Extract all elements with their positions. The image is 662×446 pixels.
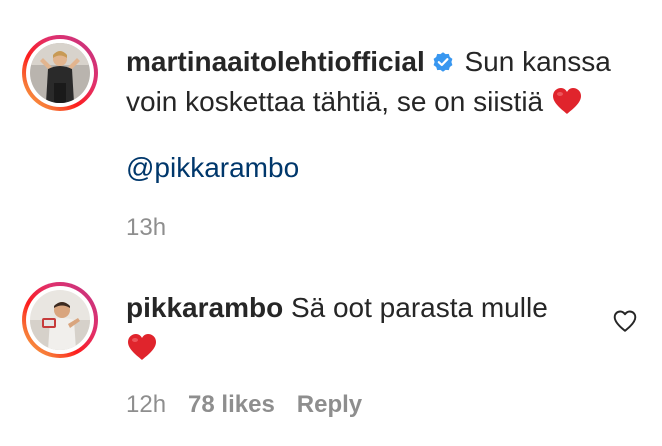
heart-outline-icon[interactable] [612,308,638,334]
comment-username[interactable]: pikkarambo [126,292,283,323]
red-heart-emoji [552,88,581,114]
reply-button[interactable]: Reply [297,391,362,418]
comment-text-line2: voin koskettaa tähtiä, se on siistiä [126,86,544,117]
comment-text-line1: Sun kanssa [464,46,611,77]
verified-badge-icon [433,52,453,72]
avatar-pikkarambo[interactable] [22,282,98,358]
likes-count[interactable]: 78 likes [188,391,275,418]
comment-body: pikkarambo Sä oot parasta mulle [126,288,606,368]
comment-meta: 12h 78 likes Reply [126,390,384,420]
mention-link[interactable]: @pikkarambo [126,148,299,188]
avatar-photo [30,290,90,350]
avatar-image [30,290,90,350]
comment-username[interactable]: martinaaitolehtiofficial [126,46,425,77]
comment-timestamp[interactable]: 13h [126,214,166,241]
comment-timestamp[interactable]: 12h [126,391,166,418]
comment-body: martinaaitolehtiofficial Sun kanssa voin… [126,42,646,122]
avatar-image [30,43,90,103]
avatar-photo [30,43,90,103]
comments-panel: martinaaitolehtiofficial Sun kanssa voin… [0,0,662,446]
avatar-martinaaitolehtiofficial[interactable] [22,35,98,111]
comment-meta: 13h [126,213,188,243]
comment-text: Sä oot parasta mulle [290,292,548,323]
red-heart-emoji [128,334,156,360]
